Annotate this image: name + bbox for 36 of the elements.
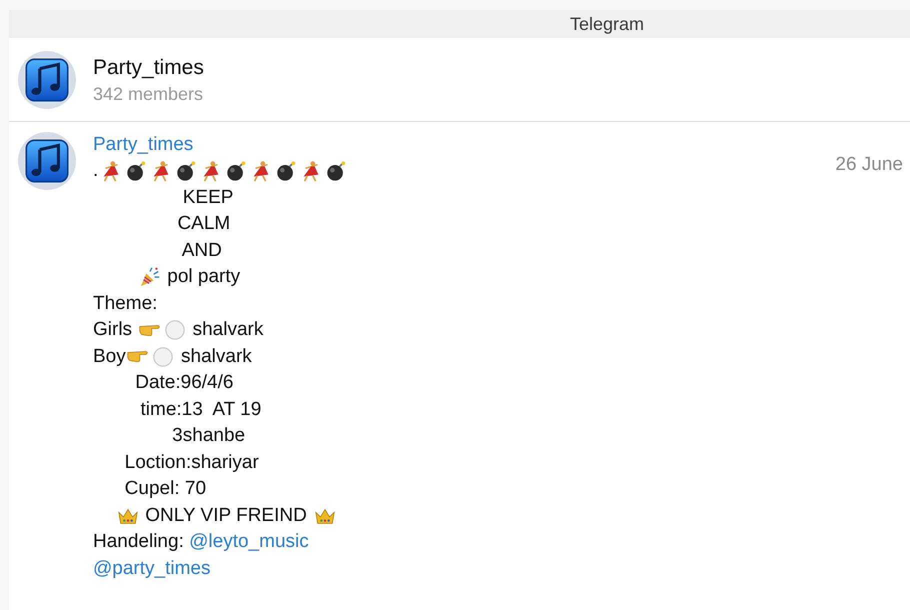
message-text: time:13 AT 19 (140, 398, 262, 421)
pointing-hand-icon (138, 324, 161, 336)
music-avatar-icon (18, 132, 76, 190)
mention-link[interactable]: @party_times (93, 558, 210, 580)
chat-name: Party_times (93, 56, 204, 80)
message-text: AND (180, 240, 222, 262)
bomb-icon (324, 160, 347, 182)
bomb-icon (224, 160, 247, 182)
message-text: KEEP (182, 186, 234, 209)
message-text: Handeling: (93, 531, 185, 554)
pointing-hand-icon (127, 351, 150, 362)
party-popper-icon (138, 266, 160, 288)
message-text: Theme: (93, 292, 158, 315)
message-text: 3shanbe (171, 425, 246, 448)
mention-link[interactable]: @leyto_music (189, 531, 309, 554)
message-text: Loction:shariyar (124, 452, 259, 474)
message-date: 26 June (835, 153, 904, 176)
message-text: Girls (93, 319, 134, 342)
bomb-icon (274, 160, 297, 182)
music-avatar-icon (18, 51, 76, 109)
message-text: shalvark (180, 346, 252, 368)
circle-icon (152, 346, 174, 368)
message-text: Boy (93, 346, 126, 368)
bomb-icon (174, 160, 197, 182)
message-text: shalvark (192, 319, 264, 342)
sender-name[interactable]: Party_times (93, 132, 194, 158)
message-text: Date:96/4/6 (134, 372, 234, 394)
member-count: 342 members (93, 84, 204, 104)
message-text: pol party (166, 266, 240, 288)
bomb-icon (124, 160, 147, 182)
window-title: Telegram (570, 14, 644, 34)
message-text: CALM (176, 213, 230, 236)
message-text: . (93, 160, 98, 182)
circle-icon (164, 319, 186, 342)
message-text: ONLY VIP FREIND (144, 504, 308, 527)
message-text: Cupel: 70 (124, 478, 206, 500)
